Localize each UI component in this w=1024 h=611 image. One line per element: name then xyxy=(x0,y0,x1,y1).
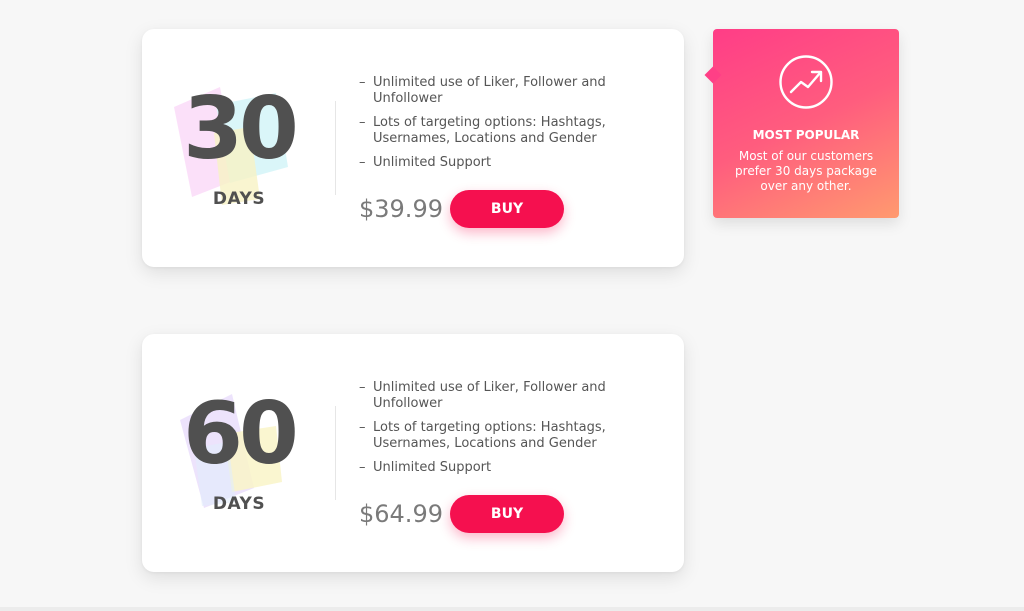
price: $39.99 xyxy=(359,195,443,223)
feature-text: Lots of targeting options: Hashtags, Use… xyxy=(373,115,606,146)
most-popular-title: MOST POPULAR xyxy=(752,128,860,142)
feature-text: Unlimited Support xyxy=(373,460,492,475)
bullet-dash: – xyxy=(359,155,366,170)
feature-list: – Unlimited use of Liker, Follower and Un… xyxy=(359,380,659,484)
pricing-page: 30 DAYS – Unlimited use of Liker, Followe… xyxy=(0,0,1024,611)
bullet-dash: – xyxy=(359,380,366,395)
days-label: DAYS xyxy=(212,189,266,209)
feature-item: – Unlimited Support xyxy=(359,460,659,476)
bullet-dash: – xyxy=(359,115,366,130)
bullet-dash: – xyxy=(359,75,366,90)
pricing-card-30-days: 30 DAYS – Unlimited use of Liker, Followe… xyxy=(142,29,684,267)
feature-item: – Unlimited use of Liker, Follower and Un… xyxy=(359,75,659,107)
days-number: 30 xyxy=(183,79,299,179)
page-bottom-edge xyxy=(0,607,1024,611)
feature-text: Unlimited use of Liker, Follower and Unf… xyxy=(373,75,606,106)
feature-list: – Unlimited use of Liker, Follower and Un… xyxy=(359,75,659,179)
feature-item: – Unlimited Support xyxy=(359,155,659,171)
days-badge: 30 DAYS xyxy=(164,79,314,219)
feature-item: – Lots of targeting options: Hashtags, Us… xyxy=(359,420,659,452)
days-badge: 60 DAYS xyxy=(164,384,314,524)
feature-text: Unlimited Support xyxy=(373,155,492,170)
buy-button[interactable]: BUY xyxy=(450,190,564,228)
days-number: 60 xyxy=(183,384,299,484)
divider xyxy=(335,101,336,195)
feature-text: Unlimited use of Liker, Follower and Unf… xyxy=(373,380,606,411)
price: $64.99 xyxy=(359,500,443,528)
bullet-dash: – xyxy=(359,420,366,435)
days-label: DAYS xyxy=(212,494,266,514)
buy-button[interactable]: BUY xyxy=(450,495,564,533)
feature-item: – Unlimited use of Liker, Follower and Un… xyxy=(359,380,659,412)
trending-up-icon xyxy=(779,55,833,109)
pricing-card-60-days: 60 DAYS – Unlimited use of Liker, Followe… xyxy=(142,334,684,572)
most-popular-text: Most of our customers prefer 30 days pac… xyxy=(735,149,877,193)
bullet-dash: – xyxy=(359,460,366,475)
feature-text: Lots of targeting options: Hashtags, Use… xyxy=(373,420,606,451)
most-popular-callout: MOST POPULAR Most of our customers prefe… xyxy=(704,29,899,218)
feature-item: – Lots of targeting options: Hashtags, Us… xyxy=(359,115,659,147)
callout-pointer xyxy=(704,66,722,84)
divider xyxy=(335,406,336,500)
